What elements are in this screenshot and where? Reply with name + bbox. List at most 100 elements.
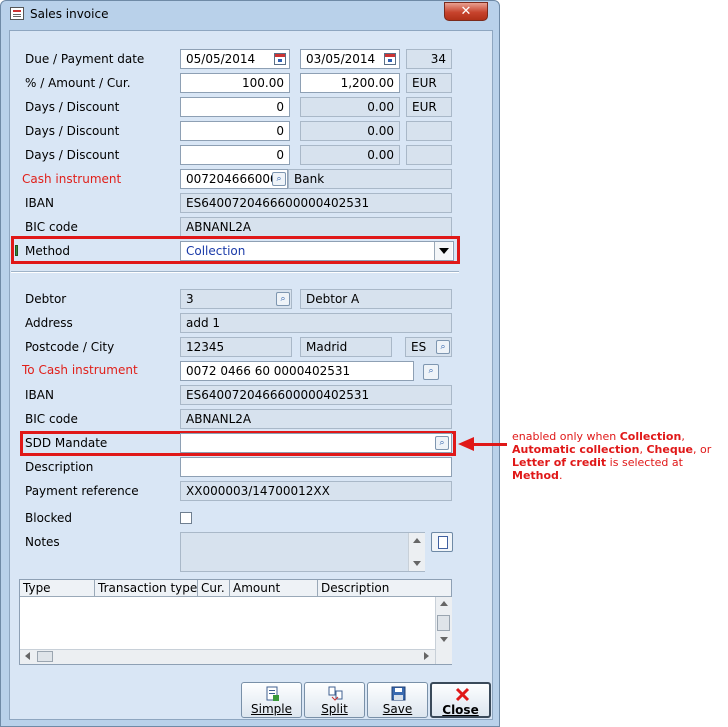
annotation-text: , or — [692, 443, 712, 456]
due-date-value: 05/05/2014 — [186, 52, 256, 66]
description-field[interactable] — [180, 457, 452, 477]
lookup-icon[interactable]: ⌕ — [272, 172, 286, 186]
notes-scrollbar[interactable] — [408, 533, 425, 571]
label-address: Address — [25, 316, 73, 330]
days-field: 34 — [406, 49, 452, 69]
annotation-method: Collection — [619, 430, 682, 443]
notes-textarea[interactable] — [180, 532, 425, 572]
discount-currency-field — [406, 121, 452, 141]
to-cash-instrument-field[interactable]: 0072 0466 60 0000402531 — [180, 361, 414, 381]
discount-currency-field — [406, 145, 452, 165]
column-header-transaction-type[interactable]: Transaction type — [95, 580, 198, 597]
label-debtor: Debtor — [25, 292, 67, 306]
label-postcode-city: Postcode / City — [25, 340, 115, 354]
scroll-left-icon[interactable] — [25, 652, 30, 660]
discount-currency-field: EUR — [406, 97, 452, 117]
address-field: add 1 — [180, 313, 452, 333]
annotation-method: Method — [512, 469, 559, 482]
save-button[interactable]: Save — [367, 682, 428, 718]
column-header-description[interactable]: Description — [318, 580, 451, 597]
annotation-text: enabled only when — [512, 430, 620, 443]
split-button[interactable]: Split — [304, 682, 365, 718]
percent-field[interactable]: 100.00 — [180, 73, 290, 93]
currency-field: EUR — [406, 73, 452, 93]
window-close-button[interactable]: ✕ — [444, 2, 488, 21]
required-marker-icon — [15, 245, 18, 256]
label-days-discount: Days / Discount — [25, 100, 120, 114]
annotation-arrow-line — [473, 443, 507, 446]
discount-amount-field: 0.00 — [300, 145, 400, 165]
simple-icon — [266, 686, 279, 701]
close-button[interactable]: Close — [430, 682, 491, 718]
method-select[interactable]: Collection — [180, 241, 454, 261]
label-due-payment-date: Due / Payment date — [25, 52, 145, 66]
method-value: Collection — [186, 244, 246, 258]
column-header-currency[interactable]: Cur. — [198, 580, 230, 597]
label-description: Description — [25, 460, 94, 474]
amount-field[interactable]: 1,200.00 — [300, 73, 400, 93]
grid-horizontal-scrollbar[interactable] — [20, 649, 435, 664]
scroll-thumb[interactable] — [437, 615, 450, 631]
debtor-iban-field: ES6400720466600000402531 — [180, 385, 452, 405]
section-divider — [11, 271, 459, 273]
chevron-down-icon[interactable] — [434, 242, 452, 260]
annotation-method: Automatic collection — [512, 443, 640, 456]
transactions-grid[interactable]: Type Transaction type Cur. Amount Descri… — [19, 579, 452, 665]
annotation-note: enabled only when Collection, Automatic … — [512, 430, 718, 482]
lookup-icon[interactable]: ⌕ — [436, 340, 450, 354]
label-bic-code: BIC code — [25, 220, 78, 234]
scroll-thumb[interactable] — [37, 651, 53, 662]
scroll-right-icon[interactable] — [424, 652, 429, 660]
iban-field: ES6400720466600000402531 — [180, 193, 452, 213]
postcode-field: 12345 — [180, 337, 292, 357]
save-button-label: Save — [382, 702, 413, 716]
simple-button-label: Simple — [251, 702, 292, 716]
close-icon — [455, 687, 470, 702]
label-days-discount: Days / Discount — [25, 124, 120, 138]
label-cash-instrument: Cash instrument — [22, 172, 122, 186]
lookup-icon[interactable]: ⌕ — [276, 292, 290, 306]
bic-field: ABNANL2A — [180, 217, 452, 237]
window-title: Sales invoice — [30, 7, 109, 21]
annotation-text: is selected at — [606, 456, 683, 469]
annotation-arrow-head — [458, 437, 474, 451]
label-iban: IBAN — [25, 388, 54, 402]
label-bic-code: BIC code — [25, 412, 78, 426]
scroll-up-icon[interactable] — [413, 538, 421, 543]
label-iban: IBAN — [25, 196, 54, 210]
discount-amount-field: 0.00 — [300, 97, 400, 117]
annotation-text: , — [681, 430, 685, 443]
label-days-discount: Days / Discount — [25, 148, 120, 162]
title-bar: Sales invoice ✕ — [1, 1, 499, 27]
calendar-icon[interactable] — [274, 53, 286, 65]
grid-vertical-scrollbar[interactable] — [435, 597, 452, 664]
blocked-checkbox[interactable] — [180, 512, 192, 524]
payment-reference-field: XX000003/14700012XX — [180, 481, 452, 501]
label-pct-amount-cur: % / Amount / Cur. — [25, 76, 131, 90]
notes-edit-button[interactable] — [431, 532, 453, 552]
discount-days-field[interactable]: 0 — [180, 145, 290, 165]
scroll-down-icon[interactable] — [413, 561, 421, 566]
debtor-bic-field: ABNANL2A — [180, 409, 452, 429]
annotation-text: . — [558, 469, 563, 482]
discount-days-field[interactable]: 0 — [180, 121, 290, 141]
close-button-label: Close — [442, 703, 479, 717]
discount-amount-field: 0.00 — [300, 121, 400, 141]
scroll-up-icon[interactable] — [440, 601, 448, 606]
lookup-icon[interactable]: ⌕ — [423, 364, 439, 380]
lookup-icon[interactable]: ⌕ — [435, 436, 449, 450]
label-payment-reference: Payment reference — [25, 484, 139, 498]
annotation-method: Cheque — [646, 443, 693, 456]
column-header-type[interactable]: Type — [20, 580, 95, 597]
simple-button[interactable]: Simple — [241, 682, 302, 718]
floppy-disk-icon — [391, 686, 406, 701]
label-notes: Notes — [25, 535, 60, 549]
column-header-amount[interactable]: Amount — [230, 580, 318, 597]
sdd-mandate-field[interactable] — [180, 433, 452, 453]
calendar-icon[interactable] — [384, 53, 396, 65]
invoice-app-icon — [10, 7, 24, 20]
city-field: Madrid — [300, 337, 392, 357]
discount-days-field[interactable]: 0 — [180, 97, 290, 117]
split-button-label: Split — [321, 702, 348, 716]
scroll-down-icon[interactable] — [440, 637, 448, 642]
